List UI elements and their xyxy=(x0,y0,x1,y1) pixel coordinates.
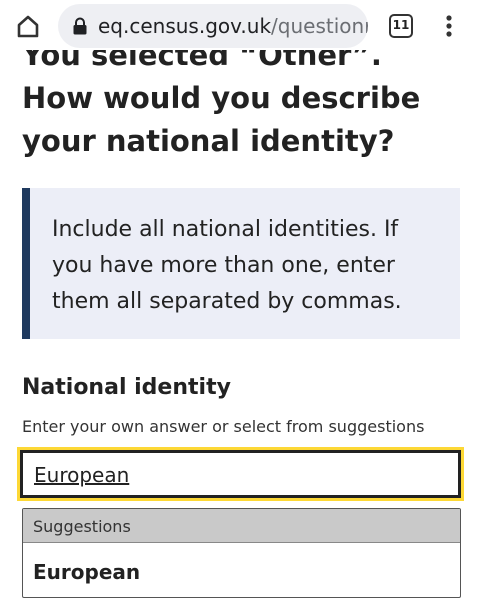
url-text: eq.census.gov.uk/questionr xyxy=(98,14,368,38)
suggestions-header: Suggestions xyxy=(23,509,460,543)
guidance-text: Include all national identities. If you … xyxy=(52,217,402,314)
suggestions-list: Suggestions European xyxy=(22,508,461,598)
suggestion-option[interactable]: European xyxy=(23,544,460,597)
url-host: eq.census.gov.uk xyxy=(98,14,272,38)
more-options-icon[interactable] xyxy=(441,12,457,40)
home-icon[interactable] xyxy=(14,12,42,40)
suggestion-option-label: European xyxy=(33,560,141,584)
page-title: You selected “Other”. How would you desc… xyxy=(22,50,421,158)
address-bar[interactable]: eq.census.gov.uk/questionr xyxy=(58,4,368,48)
url-path: /questionr xyxy=(271,14,368,38)
browser-toolbar: eq.census.gov.uk/questionr 11 xyxy=(0,0,481,50)
guidance-panel: Include all national identities. If you … xyxy=(22,188,460,339)
input-value: European xyxy=(34,463,130,487)
field-hint: Enter your own answer or select from sug… xyxy=(22,417,425,436)
national-identity-input[interactable]: European xyxy=(17,447,464,501)
lock-icon xyxy=(73,17,87,35)
field-label: National identity xyxy=(22,375,231,400)
suggestions-header-label: Suggestions xyxy=(33,517,131,536)
tab-switcher-button[interactable]: 11 xyxy=(389,14,413,38)
page-content: You selected “Other”. How would you desc… xyxy=(0,50,481,600)
